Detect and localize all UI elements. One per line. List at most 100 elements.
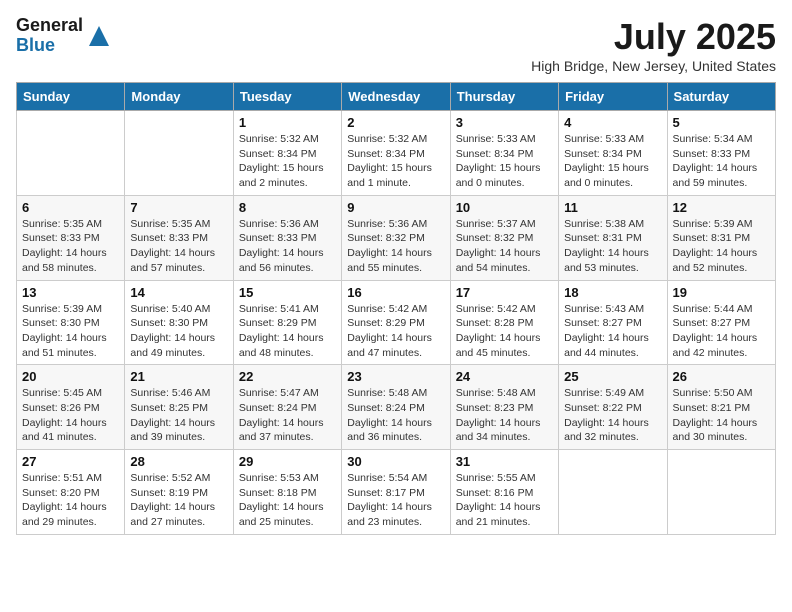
calendar-cell: 3 Sunrise: 5:33 AM Sunset: 8:34 PM Daylig… [450,111,558,196]
day-number: 30 [347,454,444,469]
calendar-cell [559,450,667,535]
day-info: Sunrise: 5:42 AM Sunset: 8:29 PM Dayligh… [347,302,444,361]
calendar-cell: 9 Sunrise: 5:36 AM Sunset: 8:32 PM Daylig… [342,195,450,280]
day-info: Sunrise: 5:51 AM Sunset: 8:20 PM Dayligh… [22,471,119,530]
calendar-cell: 30Sunrise: 5:54 AM Sunset: 8:17 PM Dayli… [342,450,450,535]
day-number: 21 [130,369,227,384]
calendar-week-row: 27 Sunrise: 5:51 AM Sunset: 8:20 PM Dayli… [17,450,776,535]
day-info: Sunrise: 5:34 AM Sunset: 8:33 PM Dayligh… [673,132,770,191]
day-number: 18 [564,285,661,300]
day-info: Sunrise: 5:44 AM Sunset: 8:27 PM Dayligh… [673,302,770,361]
calendar-cell: 14Sunrise: 5:40 AM Sunset: 8:30 PM Dayli… [125,280,233,365]
calendar-day-header: Wednesday [342,83,450,111]
month-title: July 2025 [531,16,776,58]
logo-blue: Blue [16,36,83,56]
location-subtitle: High Bridge, New Jersey, United States [531,58,776,74]
day-info: Sunrise: 5:36 AM Sunset: 8:32 PM Dayligh… [347,217,444,276]
calendar-cell: 25 Sunrise: 5:49 AM Sunset: 8:22 PM Dayli… [559,365,667,450]
day-number: 1 [239,115,336,130]
day-number: 25 [564,369,661,384]
day-number: 8 [239,200,336,215]
day-number: 23 [347,369,444,384]
calendar-day-header: Monday [125,83,233,111]
day-number: 11 [564,200,661,215]
calendar-cell: 27 Sunrise: 5:51 AM Sunset: 8:20 PM Dayli… [17,450,125,535]
calendar-week-row: 13Sunrise: 5:39 AM Sunset: 8:30 PM Dayli… [17,280,776,365]
calendar-week-row: 1 Sunrise: 5:32 AM Sunset: 8:34 PM Daylig… [17,111,776,196]
day-number: 7 [130,200,227,215]
day-info: Sunrise: 5:39 AM Sunset: 8:31 PM Dayligh… [673,217,770,276]
day-info: Sunrise: 5:45 AM Sunset: 8:26 PM Dayligh… [22,386,119,445]
day-number: 16 [347,285,444,300]
day-number: 26 [673,369,770,384]
day-info: Sunrise: 5:38 AM Sunset: 8:31 PM Dayligh… [564,217,661,276]
day-info: Sunrise: 5:36 AM Sunset: 8:33 PM Dayligh… [239,217,336,276]
logo-icon [85,22,113,50]
day-number: 10 [456,200,553,215]
calendar-cell: 15 Sunrise: 5:41 AM Sunset: 8:29 PM Dayli… [233,280,341,365]
calendar-day-header: Friday [559,83,667,111]
day-info: Sunrise: 5:48 AM Sunset: 8:23 PM Dayligh… [456,386,553,445]
day-number: 6 [22,200,119,215]
calendar-cell: 12 Sunrise: 5:39 AM Sunset: 8:31 PM Dayli… [667,195,775,280]
logo: General Blue [16,16,113,56]
calendar-day-header: Tuesday [233,83,341,111]
calendar-cell: 16 Sunrise: 5:42 AM Sunset: 8:29 PM Dayli… [342,280,450,365]
day-number: 31 [456,454,553,469]
calendar-header-row: SundayMondayTuesdayWednesdayThursdayFrid… [17,83,776,111]
calendar-cell: 7 Sunrise: 5:35 AM Sunset: 8:33 PM Daylig… [125,195,233,280]
calendar-cell: 8 Sunrise: 5:36 AM Sunset: 8:33 PM Daylig… [233,195,341,280]
calendar-day-header: Saturday [667,83,775,111]
day-info: Sunrise: 5:43 AM Sunset: 8:27 PM Dayligh… [564,302,661,361]
logo-general: General [16,16,83,36]
calendar-cell: 2Sunrise: 5:32 AM Sunset: 8:34 PM Daylig… [342,111,450,196]
day-info: Sunrise: 5:50 AM Sunset: 8:21 PM Dayligh… [673,386,770,445]
calendar-body: 1 Sunrise: 5:32 AM Sunset: 8:34 PM Daylig… [17,111,776,535]
day-number: 4 [564,115,661,130]
title-block: July 2025 High Bridge, New Jersey, Unite… [531,16,776,74]
day-info: Sunrise: 5:35 AM Sunset: 8:33 PM Dayligh… [130,217,227,276]
day-number: 17 [456,285,553,300]
calendar-week-row: 6 Sunrise: 5:35 AM Sunset: 8:33 PM Daylig… [17,195,776,280]
day-info: Sunrise: 5:37 AM Sunset: 8:32 PM Dayligh… [456,217,553,276]
day-number: 15 [239,285,336,300]
day-number: 28 [130,454,227,469]
day-number: 20 [22,369,119,384]
calendar-cell: 24Sunrise: 5:48 AM Sunset: 8:23 PM Dayli… [450,365,558,450]
day-number: 3 [456,115,553,130]
calendar-cell: 6 Sunrise: 5:35 AM Sunset: 8:33 PM Daylig… [17,195,125,280]
day-number: 9 [347,200,444,215]
calendar-cell: 21 Sunrise: 5:46 AM Sunset: 8:25 PM Dayli… [125,365,233,450]
calendar-day-header: Thursday [450,83,558,111]
calendar-day-header: Sunday [17,83,125,111]
calendar-cell: 20 Sunrise: 5:45 AM Sunset: 8:26 PM Dayli… [17,365,125,450]
calendar-cell: 17Sunrise: 5:42 AM Sunset: 8:28 PM Dayli… [450,280,558,365]
day-info: Sunrise: 5:39 AM Sunset: 8:30 PM Dayligh… [22,302,119,361]
calendar-cell [17,111,125,196]
day-info: Sunrise: 5:55 AM Sunset: 8:16 PM Dayligh… [456,471,553,530]
day-number: 22 [239,369,336,384]
day-info: Sunrise: 5:46 AM Sunset: 8:25 PM Dayligh… [130,386,227,445]
calendar-cell: 19Sunrise: 5:44 AM Sunset: 8:27 PM Dayli… [667,280,775,365]
day-info: Sunrise: 5:32 AM Sunset: 8:34 PM Dayligh… [347,132,444,191]
calendar-table: SundayMondayTuesdayWednesdayThursdayFrid… [16,82,776,535]
day-info: Sunrise: 5:40 AM Sunset: 8:30 PM Dayligh… [130,302,227,361]
day-info: Sunrise: 5:48 AM Sunset: 8:24 PM Dayligh… [347,386,444,445]
logo-text: General Blue [16,16,83,56]
calendar-cell: 10 Sunrise: 5:37 AM Sunset: 8:32 PM Dayli… [450,195,558,280]
day-number: 27 [22,454,119,469]
page-header: General Blue July 2025 High Bridge, New … [16,16,776,74]
calendar-cell [667,450,775,535]
day-info: Sunrise: 5:41 AM Sunset: 8:29 PM Dayligh… [239,302,336,361]
day-info: Sunrise: 5:49 AM Sunset: 8:22 PM Dayligh… [564,386,661,445]
calendar-cell: 28Sunrise: 5:52 AM Sunset: 8:19 PM Dayli… [125,450,233,535]
day-number: 12 [673,200,770,215]
day-info: Sunrise: 5:35 AM Sunset: 8:33 PM Dayligh… [22,217,119,276]
calendar-cell: 23 Sunrise: 5:48 AM Sunset: 8:24 PM Dayli… [342,365,450,450]
calendar-cell: 31 Sunrise: 5:55 AM Sunset: 8:16 PM Dayli… [450,450,558,535]
day-number: 5 [673,115,770,130]
calendar-cell: 11 Sunrise: 5:38 AM Sunset: 8:31 PM Dayli… [559,195,667,280]
calendar-cell: 13Sunrise: 5:39 AM Sunset: 8:30 PM Dayli… [17,280,125,365]
day-info: Sunrise: 5:53 AM Sunset: 8:18 PM Dayligh… [239,471,336,530]
day-info: Sunrise: 5:33 AM Sunset: 8:34 PM Dayligh… [456,132,553,191]
